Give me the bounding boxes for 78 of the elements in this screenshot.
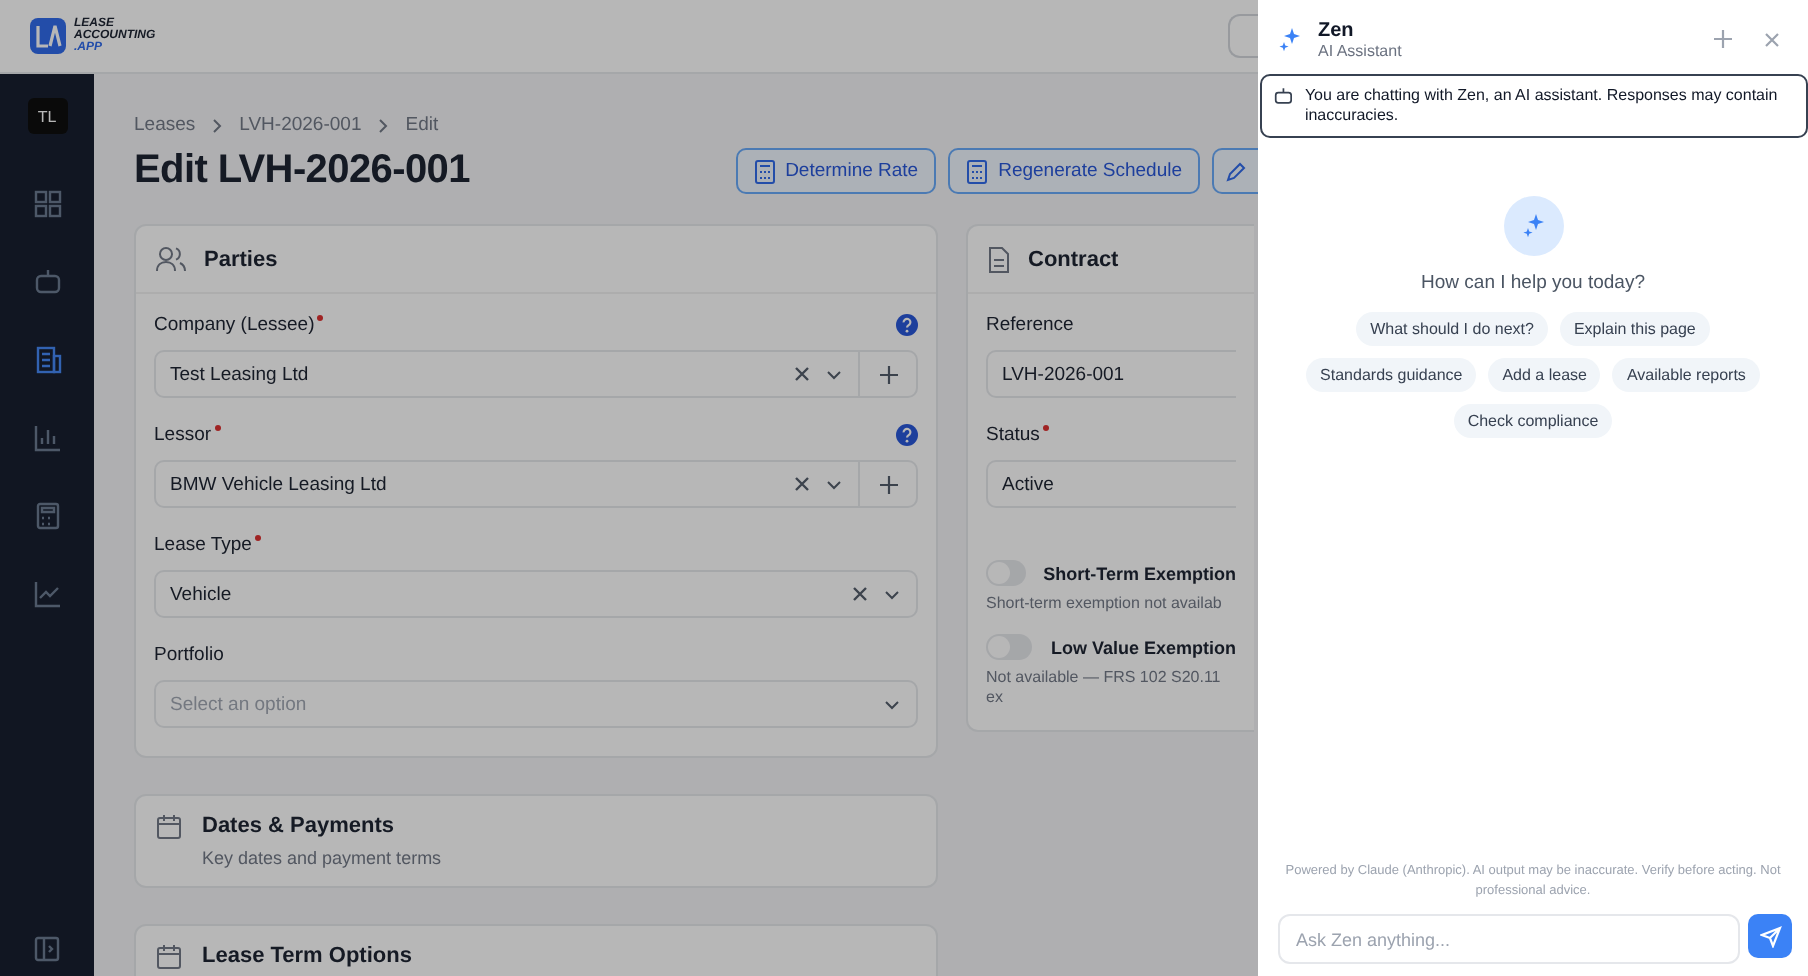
- send-icon: [1759, 925, 1781, 947]
- suggestion-chip[interactable]: Explain this page: [1559, 312, 1710, 346]
- toggle-note: Short-term exemption not availab: [986, 594, 1224, 614]
- toggle-label: Short-Term Exemption: [1043, 563, 1236, 583]
- building-icon[interactable]: [33, 346, 61, 374]
- chevron-down-icon[interactable]: [826, 369, 842, 379]
- plus-icon[interactable]: [1714, 30, 1732, 48]
- toggle-note: Not available — FRS 102 S20.11 ex: [986, 668, 1223, 708]
- clear-icon[interactable]: [794, 476, 810, 492]
- close-icon[interactable]: [1764, 31, 1780, 47]
- message-input[interactable]: Ask Zen anything...: [1278, 914, 1740, 964]
- suggestion-chip[interactable]: Available reports: [1612, 358, 1760, 392]
- greeting-text: How can I help you today?: [1421, 272, 1645, 294]
- search-field[interactable]: [1228, 14, 1258, 58]
- action-button[interactable]: Regenerate Schedule: [948, 148, 1200, 194]
- field-label: Lease Type: [154, 534, 252, 556]
- card-title: Parties: [204, 247, 278, 271]
- select-field[interactable]: Test Leasing Ltd: [154, 350, 918, 398]
- chevron-down-icon[interactable]: [826, 479, 842, 489]
- document-icon: [988, 245, 1010, 273]
- field-label: Status: [986, 424, 1040, 446]
- select-value: Test Leasing Ltd: [170, 363, 311, 385]
- assistant-role: AI Assistant: [1318, 41, 1404, 59]
- clear-icon[interactable]: [852, 586, 868, 602]
- help-icon[interactable]: [896, 424, 918, 446]
- chevron-down-icon[interactable]: [884, 589, 900, 599]
- card-title: Contract: [1028, 247, 1119, 271]
- page-title: Edit LVH-2026-001: [134, 148, 470, 194]
- field-label: Company (Lessee): [154, 314, 315, 336]
- sparkle-icon: [1278, 27, 1302, 51]
- section-subtitle: Key dates and payment terms: [202, 848, 442, 868]
- calculator-icon: [753, 159, 776, 183]
- assistant-name: Zen: [1318, 19, 1356, 41]
- field-label: Reference: [986, 314, 1074, 336]
- chevron-icon: [377, 117, 390, 133]
- sparkle-icon: [1521, 214, 1545, 238]
- field-label: Portfolio: [154, 644, 224, 666]
- action-button[interactable]: Determine Rate: [735, 148, 937, 194]
- chevron-icon: [211, 117, 224, 133]
- people-icon: [156, 246, 186, 272]
- section-title[interactable]: Dates & Payments: [202, 814, 442, 838]
- line-chart-icon[interactable]: [33, 580, 61, 608]
- pencil-icon: [1226, 161, 1246, 181]
- toggle-label: Low Value Exemption: [1050, 637, 1236, 657]
- grid-icon[interactable]: [33, 190, 61, 218]
- plus-icon: [879, 475, 897, 493]
- calculator-icon[interactable]: [33, 502, 61, 530]
- robot-icon: [1274, 86, 1293, 106]
- select-value: BMW Vehicle Leasing Ltd: [170, 473, 389, 495]
- field-value: LVH-2026-001: [1002, 363, 1127, 385]
- suggestion-chip[interactable]: What should I do next?: [1356, 312, 1548, 346]
- edit-button[interactable]: [1212, 148, 1258, 194]
- input-field[interactable]: Active: [986, 460, 1236, 508]
- suggestion-chip[interactable]: Add a lease: [1488, 358, 1601, 392]
- calendar-icon: [156, 944, 182, 970]
- notice-text: You are chatting with Zen, an AI assistant. Responses may contain inaccuracies.: [1304, 86, 1780, 126]
- select-field[interactable]: Vehicle: [154, 570, 918, 618]
- sidebar-toggle-icon[interactable]: [34, 936, 60, 962]
- logo-icon: [30, 18, 66, 54]
- suggestion-chip[interactable]: Standards guidance: [1306, 358, 1477, 392]
- calculator-icon: [966, 159, 989, 183]
- select-placeholder: Select an option: [170, 693, 309, 715]
- avatar[interactable]: TL: [27, 98, 67, 134]
- robot-icon[interactable]: [33, 268, 61, 296]
- help-icon[interactable]: [896, 314, 918, 336]
- suggestion-chip[interactable]: Check compliance: [1453, 404, 1613, 438]
- section-title[interactable]: Lease Term Options: [202, 944, 412, 968]
- clear-icon[interactable]: [794, 366, 810, 382]
- plus-icon: [879, 365, 897, 383]
- field-label: Lessor: [154, 424, 212, 446]
- select-value: Vehicle: [170, 583, 234, 605]
- bar-chart-icon[interactable]: [33, 424, 61, 452]
- send-button[interactable]: [1748, 914, 1792, 958]
- field-value: Active: [1002, 473, 1056, 495]
- select-field[interactable]: BMW Vehicle Leasing Ltd: [154, 460, 918, 508]
- calendar-icon: [156, 814, 182, 840]
- input-field[interactable]: LVH-2026-001: [986, 350, 1236, 398]
- chevron-down-icon[interactable]: [884, 699, 900, 709]
